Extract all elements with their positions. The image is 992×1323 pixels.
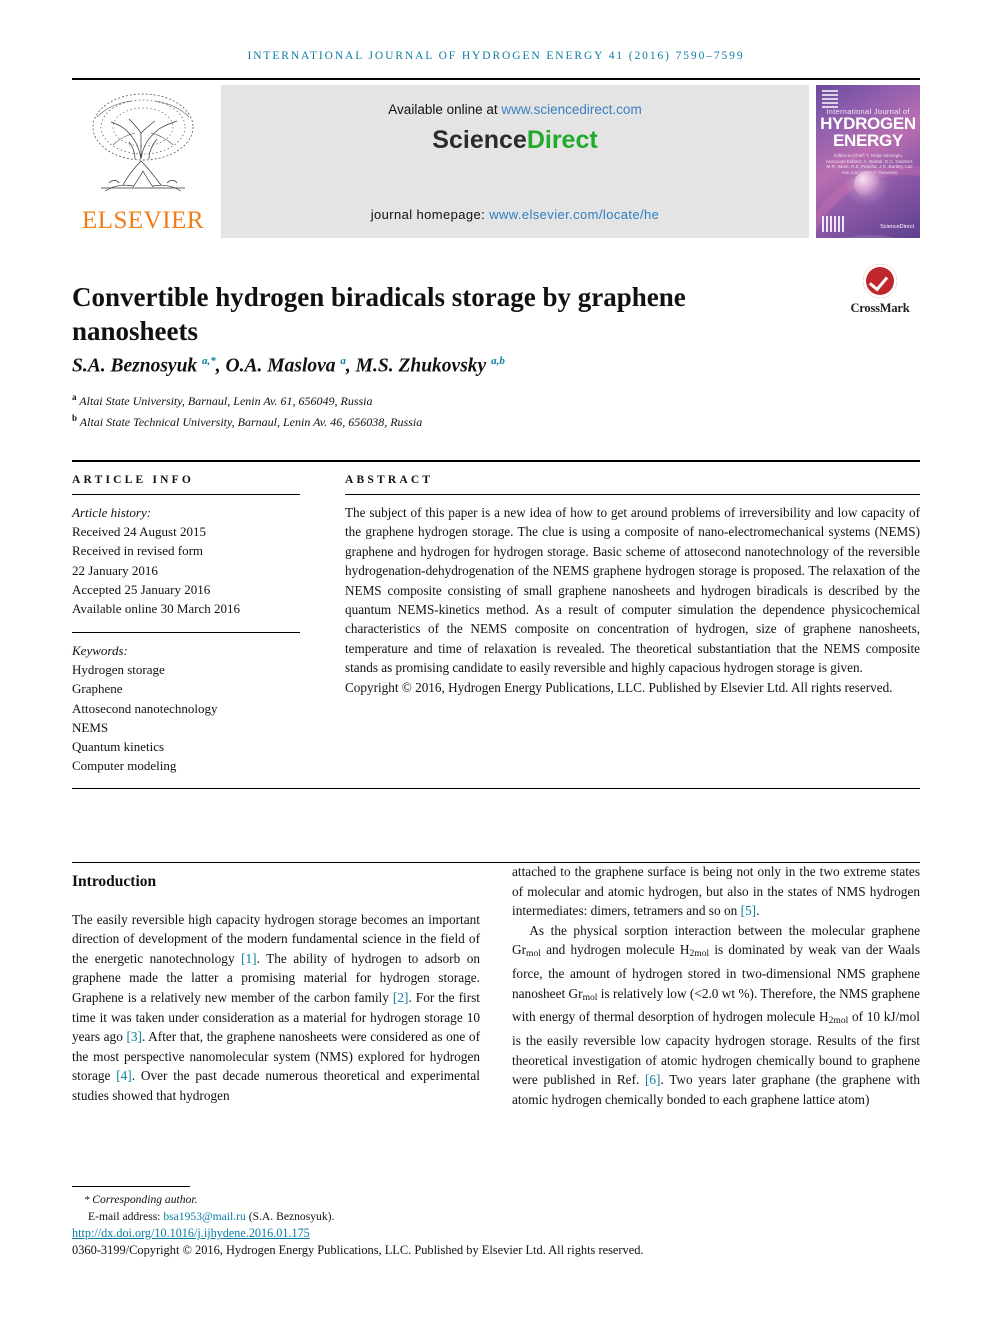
- cover-title-line3: ENERGY: [833, 131, 903, 150]
- article-page: International Journal of Hydrogen Energy…: [0, 0, 992, 1323]
- journal-cover-art: International Journal of HYDROGEN ENERGY…: [816, 85, 920, 238]
- journal-homepage-line: journal homepage: www.elsevier.com/locat…: [221, 207, 809, 222]
- cover-sphere-graphic: [854, 171, 880, 197]
- email-line: E-mail address: bsa1953@mail.ru (S.A. Be…: [72, 1209, 492, 1226]
- intro-paragraph-right-2: As the physical sorption interaction bet…: [512, 922, 920, 1107]
- journal-cover-thumbnail[interactable]: International Journal of HYDROGEN ENERGY…: [816, 85, 920, 238]
- available-online-text: Available online at: [388, 102, 502, 117]
- keyword-items: Hydrogen storage Graphene Attosecond nanot…: [72, 660, 307, 775]
- keywords-label: Keywords:: [72, 643, 128, 658]
- list-item: Attosecond nanotechnology: [72, 700, 218, 716]
- sciencedirect-logo-science: Science: [432, 126, 527, 154]
- issn-copyright-line: 0360-3199/Copyright © 2016, Hydrogen Ene…: [72, 1243, 644, 1257]
- corresponding-author-note: * Corresponding author.: [72, 1192, 492, 1209]
- list-item: Received in revised form: [72, 543, 204, 559]
- running-head-rule: [72, 78, 920, 80]
- cover-title-line2: HYDROGEN: [820, 114, 916, 133]
- list-item: Computer modeling: [72, 758, 177, 774]
- keywords-rule: [72, 632, 300, 634]
- sciencedirect-banner: Available online at www.sciencedirect.co…: [221, 85, 809, 238]
- list-item: Received 24 August 2015: [72, 524, 206, 540]
- article-info-rule: [72, 494, 300, 496]
- journal-homepage-label: journal homepage:: [370, 207, 490, 222]
- section-title-introduction: Introduction: [72, 873, 157, 890]
- list-item: Accepted 25 January 2016: [72, 581, 211, 597]
- footnote-rule: [72, 1186, 190, 1188]
- list-item: Available online 30 March 2016: [72, 601, 240, 617]
- running-head: International Journal of Hydrogen Energy…: [247, 50, 745, 62]
- keywords-block: Keywords: Hydrogen storage Graphene Attose…: [72, 641, 307, 775]
- list-item: NEMS: [72, 719, 109, 735]
- corresponding-author-text: Corresponding author.: [92, 1193, 198, 1206]
- elsevier-wordmark: ELSEVIER: [81, 207, 205, 234]
- intro-paragraph-right-1: attached to the graphene surface is bein…: [512, 864, 920, 919]
- asterisk-icon: *: [84, 1194, 93, 1206]
- info-section-bottom-rule: [72, 788, 920, 790]
- crossmark-badge[interactable]: CrossMark: [840, 264, 920, 316]
- elsevier-logo-block: ELSEVIER: [72, 85, 214, 238]
- email-suffix: (S.A. Beznosyuk).: [245, 1209, 335, 1223]
- email-label: E-mail address:: [88, 1209, 164, 1223]
- sciencedirect-link[interactable]: www.sciencedirect.com: [501, 102, 641, 117]
- author-list: S.A. Beznosyuk a,*, O.A. Maslova a, M.S.…: [72, 355, 505, 377]
- abstract-body: The subject of this paper is a new idea …: [345, 503, 920, 697]
- list-item: Quantum kinetics: [72, 739, 165, 755]
- article-history-items: Received 24 August 2015 Received in revis…: [72, 522, 307, 618]
- affiliation-list: a Altai State University, Barnaul, Lenin…: [72, 392, 423, 429]
- cover-publisher-mark-icon: [822, 216, 844, 232]
- abstract-text: The subject of this paper is a new idea …: [345, 505, 920, 676]
- journal-masthead: ELSEVIER Available online at www.science…: [72, 85, 920, 238]
- article-history: Article history: Received 24 August 2015…: [72, 503, 307, 618]
- intro-paragraph-left: The easily reversible high capacity hydr…: [72, 911, 481, 1103]
- abstract-rule: [345, 494, 920, 496]
- sciencedirect-logo[interactable]: ScienceDirect: [221, 126, 809, 155]
- crossmark-label: CrossMark: [850, 301, 910, 315]
- info-section-top-rule: [72, 460, 920, 462]
- email-link[interactable]: bsa1953@mail.ru: [163, 1210, 245, 1223]
- crossmark-check-icon: [863, 264, 897, 298]
- doi-link[interactable]: http://dx.doi.org/10.1016/j.ijhydene.201…: [72, 1226, 310, 1241]
- body-column-right: attached to the graphene surface is bein…: [512, 862, 920, 1109]
- article-history-label: Article history:: [72, 505, 152, 520]
- journal-homepage-link[interactable]: www.elsevier.com/locate/he: [489, 207, 659, 222]
- list-item: 22 January 2016: [72, 562, 158, 578]
- sciencedirect-logo-direct: Direct: [526, 126, 598, 154]
- available-online-line: Available online at www.sciencedirect.co…: [221, 102, 809, 117]
- elsevier-tree-icon: [92, 93, 194, 192]
- page-title: Convertible hydrogen biradicals storage …: [72, 282, 686, 347]
- footnote-block: * Corresponding author. E-mail address: …: [72, 1192, 492, 1225]
- abstract-header: ABSTRACT: [345, 474, 434, 486]
- cover-sciencedirect-mark: ScienceDirect: [880, 224, 914, 230]
- abstract-copyright: Copyright © 2016, Hydrogen Energy Public…: [345, 679, 893, 695]
- article-info-header: ARTICLE INFO: [72, 474, 195, 486]
- list-item: Hydrogen storage: [72, 662, 165, 678]
- list-item: Graphene: [72, 681, 123, 697]
- body-column-left: Introduction The easily reversible high …: [72, 872, 480, 1106]
